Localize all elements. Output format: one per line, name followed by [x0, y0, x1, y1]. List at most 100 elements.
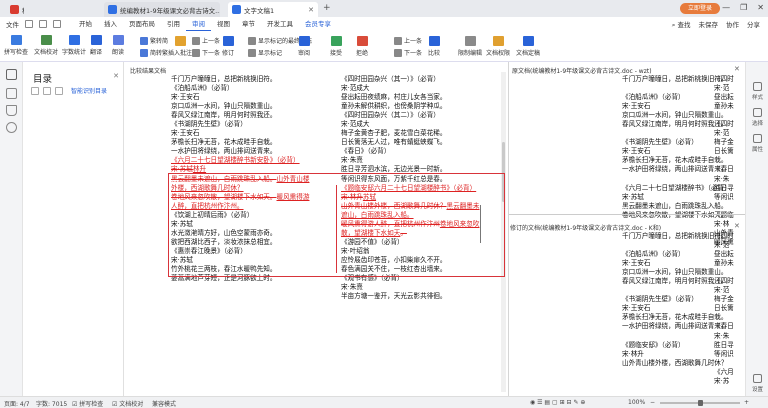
menu-tab[interactable]: 章节	[236, 17, 261, 31]
text-line: 童孙未	[714, 259, 734, 268]
word-count[interactable]: 字数: 7015	[36, 399, 67, 408]
ribbon-button[interactable]: 翻译	[90, 35, 102, 56]
ribbon-button[interactable]: 拒绝	[356, 36, 368, 57]
page-indicator[interactable]: 页面: 4/7	[4, 399, 30, 408]
close-window-icon[interactable]: ✕	[757, 3, 764, 12]
collaborate-button[interactable]: 协作	[726, 19, 739, 29]
ribbon-label: 文档权限	[486, 50, 511, 57]
ribbon-button[interactable]: 下一条	[192, 48, 220, 57]
zoom-level[interactable]: 100%	[628, 399, 645, 406]
tab-document-active[interactable]: 文字文稿1 ✕	[228, 2, 318, 17]
menu-tab[interactable]: 会员专享	[299, 17, 337, 31]
ribbon-button[interactable]: 繁转简	[140, 36, 168, 45]
ribbon-button[interactable]: 限制编辑	[458, 36, 482, 57]
ribbon-icon	[298, 36, 310, 46]
title-bar: 稻壳 统编教材1-9年级课文必背古诗文... 文字文稿1 ✕ + 立即登录 — …	[0, 0, 768, 17]
text-line: 《四时田园杂兴（其一）》（必背）	[341, 75, 440, 83]
zoom-slider-handle[interactable]	[698, 400, 703, 406]
ribbon-icon	[522, 36, 534, 46]
ribbon-button[interactable]: 简转繁	[140, 48, 168, 57]
menu-tab[interactable]: 开始	[73, 17, 98, 31]
zoom-in-icon[interactable]: +	[744, 399, 749, 406]
text-line: 半亩方塘一鉴开，天光云影共徘徊。	[341, 292, 447, 301]
ribbon-label: 限制编辑	[458, 50, 483, 57]
proofread-status[interactable]: ☑ 文档校对	[112, 399, 143, 408]
ribbon-label: 拒绝	[356, 50, 369, 57]
ribbon-button[interactable]: 文档定稿	[516, 36, 540, 57]
ribbon-button[interactable]: 插入批注	[168, 36, 192, 57]
undo-icon[interactable]	[53, 20, 61, 28]
ribbon-icon	[248, 36, 256, 45]
ribbon-button[interactable]: 拼写检查	[4, 35, 28, 56]
ribbon-icon	[68, 35, 80, 45]
ribbon-button[interactable]: 比较	[428, 36, 440, 57]
login-button[interactable]: 立即登录	[680, 3, 720, 14]
ribbon-button[interactable]: 上一条	[192, 36, 220, 45]
settings-panel-button[interactable]: 设置	[747, 374, 768, 393]
ribbon-button[interactable]: 下一条	[394, 48, 422, 57]
menu-tab[interactable]: 插入	[98, 17, 123, 31]
style-panel-button[interactable]: 样式	[747, 82, 768, 101]
save-icon[interactable]	[25, 20, 33, 28]
new-tab-icon[interactable]: +	[323, 3, 331, 13]
pages-nav-icon[interactable]	[6, 88, 17, 99]
unsaved-status[interactable]: 未保存	[699, 19, 719, 29]
spellcheck-status[interactable]: ☑ 拼写检查	[72, 399, 103, 408]
menu-tab[interactable]: 视图	[211, 17, 236, 31]
toc-close-icon[interactable]: ✕	[113, 72, 119, 80]
text-line: 日长篱	[714, 147, 734, 156]
toc-nav-icon[interactable]	[6, 69, 17, 80]
menu-tab[interactable]: 引用	[161, 17, 186, 31]
minimize-icon[interactable]: —	[722, 3, 730, 12]
text-line: 千门万户曈曈日，总把新桃换旧符。	[622, 232, 728, 240]
close-pane-icon[interactable]: ✕	[734, 222, 740, 230]
pane-divider-h[interactable]	[509, 214, 745, 215]
ribbon-button[interactable]: 文档校对	[34, 35, 58, 56]
ribbon-button[interactable]: 审阅	[298, 36, 310, 57]
search-button[interactable]: ⌕ 查找	[672, 19, 691, 30]
status-bar: 页面: 4/7 字数: 7015 ☑ 拼写检查 ☑ 文档校对 兼容模式 ◉ ☰ …	[0, 396, 768, 408]
text-line: 宋·王安石	[622, 259, 651, 268]
ribbon-button[interactable]: 上一条	[394, 36, 422, 45]
zoom-out-icon[interactable]: −	[650, 399, 655, 406]
text-line: 宋·王安石	[171, 129, 200, 138]
ribbon-label: 下一条	[404, 50, 423, 57]
select-panel-button[interactable]: 选择	[747, 108, 768, 127]
ribbon-button[interactable]: 接受	[330, 36, 342, 57]
tab-home[interactable]: 稻壳	[6, 2, 24, 17]
text-line: 等闲识	[714, 349, 734, 358]
ribbon-button[interactable]: 修订	[222, 36, 234, 57]
property-panel-button[interactable]: 属性	[747, 134, 768, 153]
collapse-icon[interactable]	[43, 86, 51, 95]
restore-icon[interactable]: ❐	[740, 3, 747, 12]
file-menu[interactable]: 文件	[6, 19, 19, 29]
print-icon[interactable]	[39, 20, 47, 28]
ribbon-label: 文档定稿	[516, 50, 541, 57]
smart-toc-button[interactable]: 智能识别目录	[71, 86, 107, 95]
text-line: 《四时	[714, 75, 734, 83]
settings-icon[interactable]	[55, 86, 63, 95]
tab-document-original[interactable]: 统编教材1-9年级课文必背古诗文...	[104, 2, 220, 17]
close-pane-icon[interactable]: ✕	[734, 65, 740, 73]
toc-title: 目录	[33, 74, 53, 85]
expand-icon[interactable]	[31, 86, 39, 95]
text-line: 宋·朱	[714, 331, 730, 340]
pane-divider[interactable]	[508, 62, 509, 396]
menu-tab[interactable]: 开发工具	[261, 17, 299, 31]
ribbon-button[interactable]: 文档权限	[486, 36, 510, 57]
ribbon-button[interactable]: 朗读	[112, 35, 124, 56]
view-icons[interactable]: ◉ ☰ ▤ ▢ ⊞ ⊟ ✎ ⊕	[530, 399, 585, 406]
search-icon[interactable]	[6, 122, 17, 133]
ribbon-button[interactable]: 字数统计	[62, 35, 86, 56]
menu-tab[interactable]: 页面布局	[123, 17, 161, 31]
text-line: 京口瓜洲一水间，钟山只隔数重山。	[622, 268, 728, 277]
bookmark-icon[interactable]	[6, 105, 17, 116]
menu-tab[interactable]: 审阅	[186, 17, 211, 31]
share-button[interactable]: 分享	[747, 19, 760, 29]
original-column-right: 《四时宋·范昼出耘童孙未《四时宋·范梅子金日长篱《春日宋·朱胜日寻等闲识《题临宋…	[714, 75, 734, 247]
text-line	[622, 241, 728, 250]
ribbon-button[interactable]: 显示标记	[248, 48, 282, 57]
ribbon-label: 拼写检查	[4, 49, 29, 56]
nav-icon-strip	[0, 62, 23, 396]
close-tab-icon[interactable]: ✕	[308, 6, 314, 14]
